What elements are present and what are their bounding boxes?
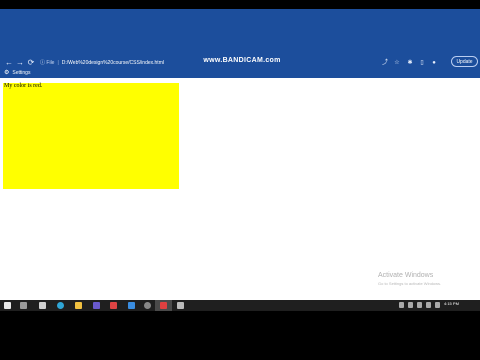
active-taskbar-app[interactable] — [155, 300, 172, 311]
forward-icon[interactable]: → — [15, 58, 25, 68]
extensions-icon[interactable]: ✱ — [406, 58, 414, 68]
sidepanel-icon[interactable]: ▯ — [418, 58, 426, 68]
tray-battery-icon[interactable] — [426, 302, 431, 308]
bookmark-settings-label: Settings — [12, 70, 31, 76]
app-icon[interactable] — [110, 302, 117, 309]
bandicam-watermark: www.BANDICAM.com — [203, 57, 281, 64]
tray-volume-icon[interactable] — [417, 302, 422, 308]
info-icon[interactable]: ⓘ — [40, 60, 45, 66]
activate-windows-title: Activate Windows — [378, 272, 434, 279]
back-icon[interactable]: ← — [4, 58, 14, 68]
start-icon[interactable] — [4, 302, 11, 309]
bandicam-icon — [160, 302, 167, 309]
app2-icon[interactable] — [177, 302, 184, 309]
taskbar-clock[interactable]: 4:15 PM — [444, 301, 459, 306]
yellow-box-text: My color is red. — [4, 83, 43, 89]
activate-windows-subtitle: Go to Settings to activate Windows. — [378, 281, 442, 286]
edge-icon[interactable] — [57, 302, 64, 309]
store-icon[interactable] — [93, 302, 100, 309]
bookmark-settings[interactable]: ⚙ Settings — [4, 68, 30, 78]
tray-ime-icon[interactable] — [435, 302, 440, 308]
search-icon[interactable] — [20, 302, 27, 309]
yellow-box: My color is red. — [3, 83, 179, 189]
reload-icon[interactable]: ⟳ — [26, 58, 36, 68]
address-url[interactable]: D:/Web%20design%20course/CSS/index.html — [62, 60, 164, 66]
profile-icon[interactable]: ● — [430, 58, 438, 68]
gear-icon: ⚙ — [4, 70, 10, 76]
tray-network-icon[interactable] — [408, 302, 413, 308]
star-icon[interactable]: ☆ — [393, 58, 401, 68]
chrome-icon[interactable] — [144, 302, 151, 309]
address-scheme: File — [46, 60, 55, 66]
taskbar: 4:15 PM — [0, 300, 480, 311]
vscode-icon[interactable] — [128, 302, 135, 309]
file-explorer-icon[interactable] — [75, 302, 82, 309]
tray-chevron-icon[interactable] — [399, 302, 404, 308]
page-content: My color is red. — [0, 78, 480, 300]
update-button[interactable]: Update — [451, 56, 478, 67]
bookmarks-bar: ⚙ Settings — [0, 68, 480, 78]
clock-time: 4:15 PM — [444, 301, 459, 306]
taskview-icon[interactable] — [39, 302, 46, 309]
share-icon[interactable]: ⤴ — [381, 58, 389, 68]
